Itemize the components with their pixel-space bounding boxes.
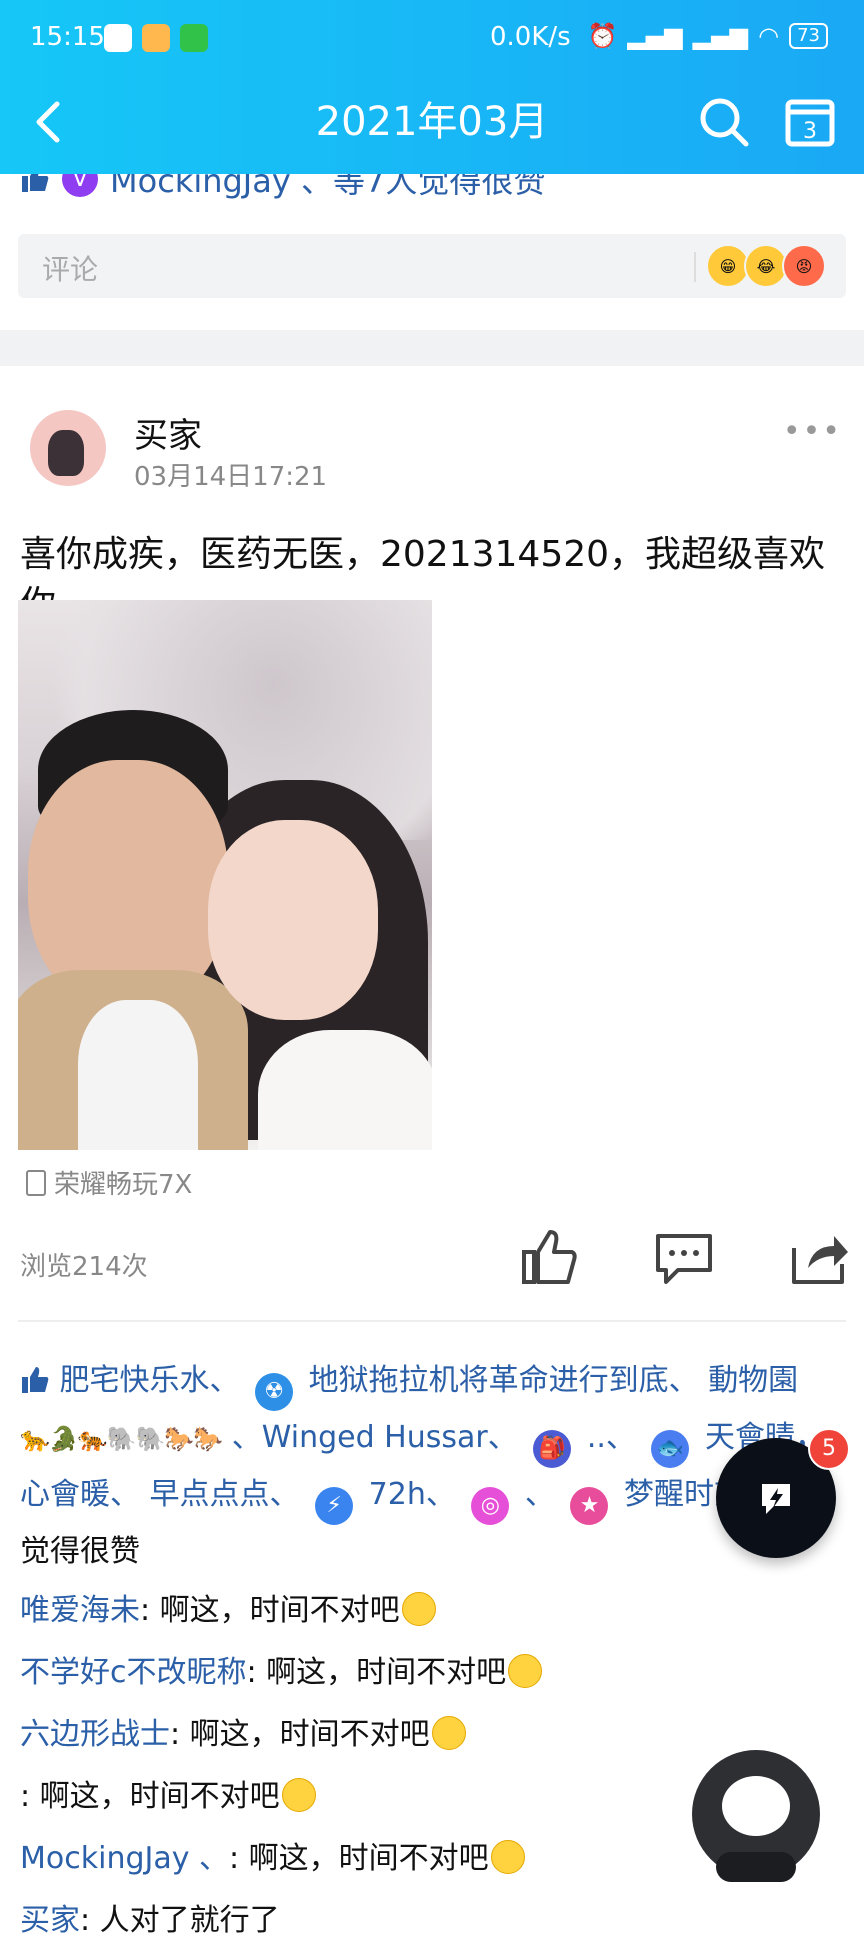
comment-text: : 啊这，时间不对吧 (20, 1779, 280, 1814)
like-filled-icon (22, 1367, 49, 1393)
post-photo[interactable] (18, 600, 432, 1150)
comment-icon[interactable] (654, 1228, 714, 1288)
wechat-notification-icon (180, 24, 208, 52)
lightning-badge-icon: ⚡ (315, 1487, 354, 1525)
smile-emoji-icon (508, 1654, 543, 1688)
battery-indicator: 73 (789, 23, 828, 49)
share-icon[interactable] (790, 1228, 850, 1288)
svg-text:3: 3 (803, 119, 817, 144)
comment-divider (694, 252, 696, 282)
list-item[interactable]: 买家: 人对了就行了 (20, 1890, 840, 1952)
post-separator (0, 330, 864, 366)
status-time: 15:15 (30, 22, 105, 52)
list-item[interactable]: 唯爱海未: 啊这，时间不对吧 (20, 1580, 840, 1642)
calendar-icon[interactable]: 3 (780, 92, 840, 152)
liker-name[interactable]: 72h、 (369, 1477, 456, 1512)
comment-text: : 人对了就行了 (80, 1903, 280, 1938)
comment-text: : 啊这，时间不对吧 (140, 1593, 400, 1628)
search-icon[interactable] (694, 92, 754, 152)
backpack-badge-icon: 🎒 (533, 1430, 572, 1468)
nav-bar: 2021年03月 3 (0, 78, 864, 174)
photo-sweater (258, 1030, 432, 1150)
smile-emoji-icon (281, 1778, 316, 1812)
post-username[interactable]: 买家 (134, 408, 202, 457)
angry-emoji-icon[interactable]: 😡 (782, 244, 826, 288)
post-timestamp: 03月14日17:21 (134, 462, 328, 492)
view-count: 浏览214次 (20, 1252, 148, 1282)
star-badge-icon: ★ (570, 1487, 609, 1525)
animal-nickname-glyphs[interactable]: 🐆🐊🐅🐘🐘🐎🐎 (20, 1425, 223, 1453)
quick-emoji-row[interactable]: 😁 😂 😡 (706, 244, 826, 288)
comment-input[interactable]: 评论 😁 😂 😡 (18, 234, 846, 298)
device-icon (26, 1169, 46, 1196)
comment-author[interactable]: 买家 (20, 1903, 80, 1938)
liker-name[interactable]: 肥宅快乐水、 (60, 1363, 240, 1398)
likers-list: 肥宅快乐水、 ☢ 地狱拖拉机将革命进行到底、 動物園 🐆🐊🐅🐘🐘🐎🐎 、Wing… (20, 1354, 840, 1579)
liker-name[interactable]: 早点点点、 (150, 1477, 300, 1512)
wifi-icon: ◠ (758, 22, 780, 50)
comment-text: : 啊这，时间不对吧 (246, 1655, 507, 1690)
assistant-handle[interactable] (716, 1852, 796, 1882)
avatar[interactable] (30, 410, 106, 486)
more-icon[interactable]: ••• (783, 414, 842, 449)
radiation-badge-icon: ☢ (255, 1373, 294, 1411)
comment-text: : 啊这，时间不对吧 (170, 1717, 430, 1752)
action-divider (18, 1320, 846, 1322)
liker-name[interactable]: 、 (525, 1477, 555, 1512)
comment-placeholder: 评论 (42, 253, 99, 286)
signal-icon: ▂▄▆ (627, 22, 683, 50)
likers-suffix: 觉得很赞 (20, 1534, 140, 1569)
photo-face-right (208, 820, 378, 1020)
like-icon[interactable] (520, 1228, 580, 1288)
device-label: 荣耀畅玩7X (26, 1164, 192, 1201)
gallery-notification-icon (142, 24, 170, 52)
liker-name[interactable]: 心會暖、 (20, 1477, 140, 1512)
status-bar: 15:15 0.0K/s ⏰ ▂▄▆ ▂▄▆ ◠ 73 (0, 0, 864, 78)
liker-name[interactable]: 、Winged Hussar、 (232, 1420, 518, 1455)
signal-icon-2: ▂▄▆ (692, 22, 749, 50)
swirl-badge-icon: ◎ (471, 1487, 510, 1525)
status-icons: ⏰ ▂▄▆ ▂▄▆ ◠ 73 (587, 22, 828, 50)
app-header: 15:15 0.0K/s ⏰ ▂▄▆ ▂▄▆ ◠ 73 2021年03月 3 (0, 0, 864, 174)
list-item[interactable]: 不学好c不改昵称: 啊这，时间不对吧 (20, 1642, 840, 1704)
list-item[interactable]: 六边形战士: 啊这，时间不对吧 (20, 1704, 840, 1766)
liker-name[interactable]: 動物園 (708, 1363, 798, 1398)
comment-author[interactable]: 六边形战士 (20, 1717, 170, 1752)
liker-name[interactable]: ..、 (587, 1420, 636, 1455)
comment-author[interactable]: 不学好c不改昵称 (20, 1655, 247, 1690)
comment-text: : 啊这，时间不对吧 (229, 1841, 489, 1876)
comment-author[interactable]: MockingJay 、 (20, 1841, 229, 1876)
qq-notification-icon (104, 24, 132, 52)
smile-emoji-icon (490, 1840, 525, 1874)
quick-action-icon (762, 1484, 790, 1514)
liker-name[interactable]: 地狱拖拉机将革命进行到底、 (309, 1363, 699, 1398)
photo-shirt (78, 1000, 198, 1150)
smile-emoji-icon (401, 1592, 436, 1626)
notification-badge: 5 (808, 1428, 850, 1470)
assistant-face-icon (722, 1776, 790, 1836)
fish-badge-icon: 🐟 (651, 1430, 690, 1468)
network-speed: 0.0K/s (490, 22, 571, 52)
device-name: 荣耀畅玩7X (54, 1170, 193, 1200)
smile-emoji-icon (431, 1716, 466, 1750)
alarm-icon: ⏰ (587, 22, 618, 50)
comment-author[interactable]: 唯爱海未 (20, 1593, 140, 1628)
